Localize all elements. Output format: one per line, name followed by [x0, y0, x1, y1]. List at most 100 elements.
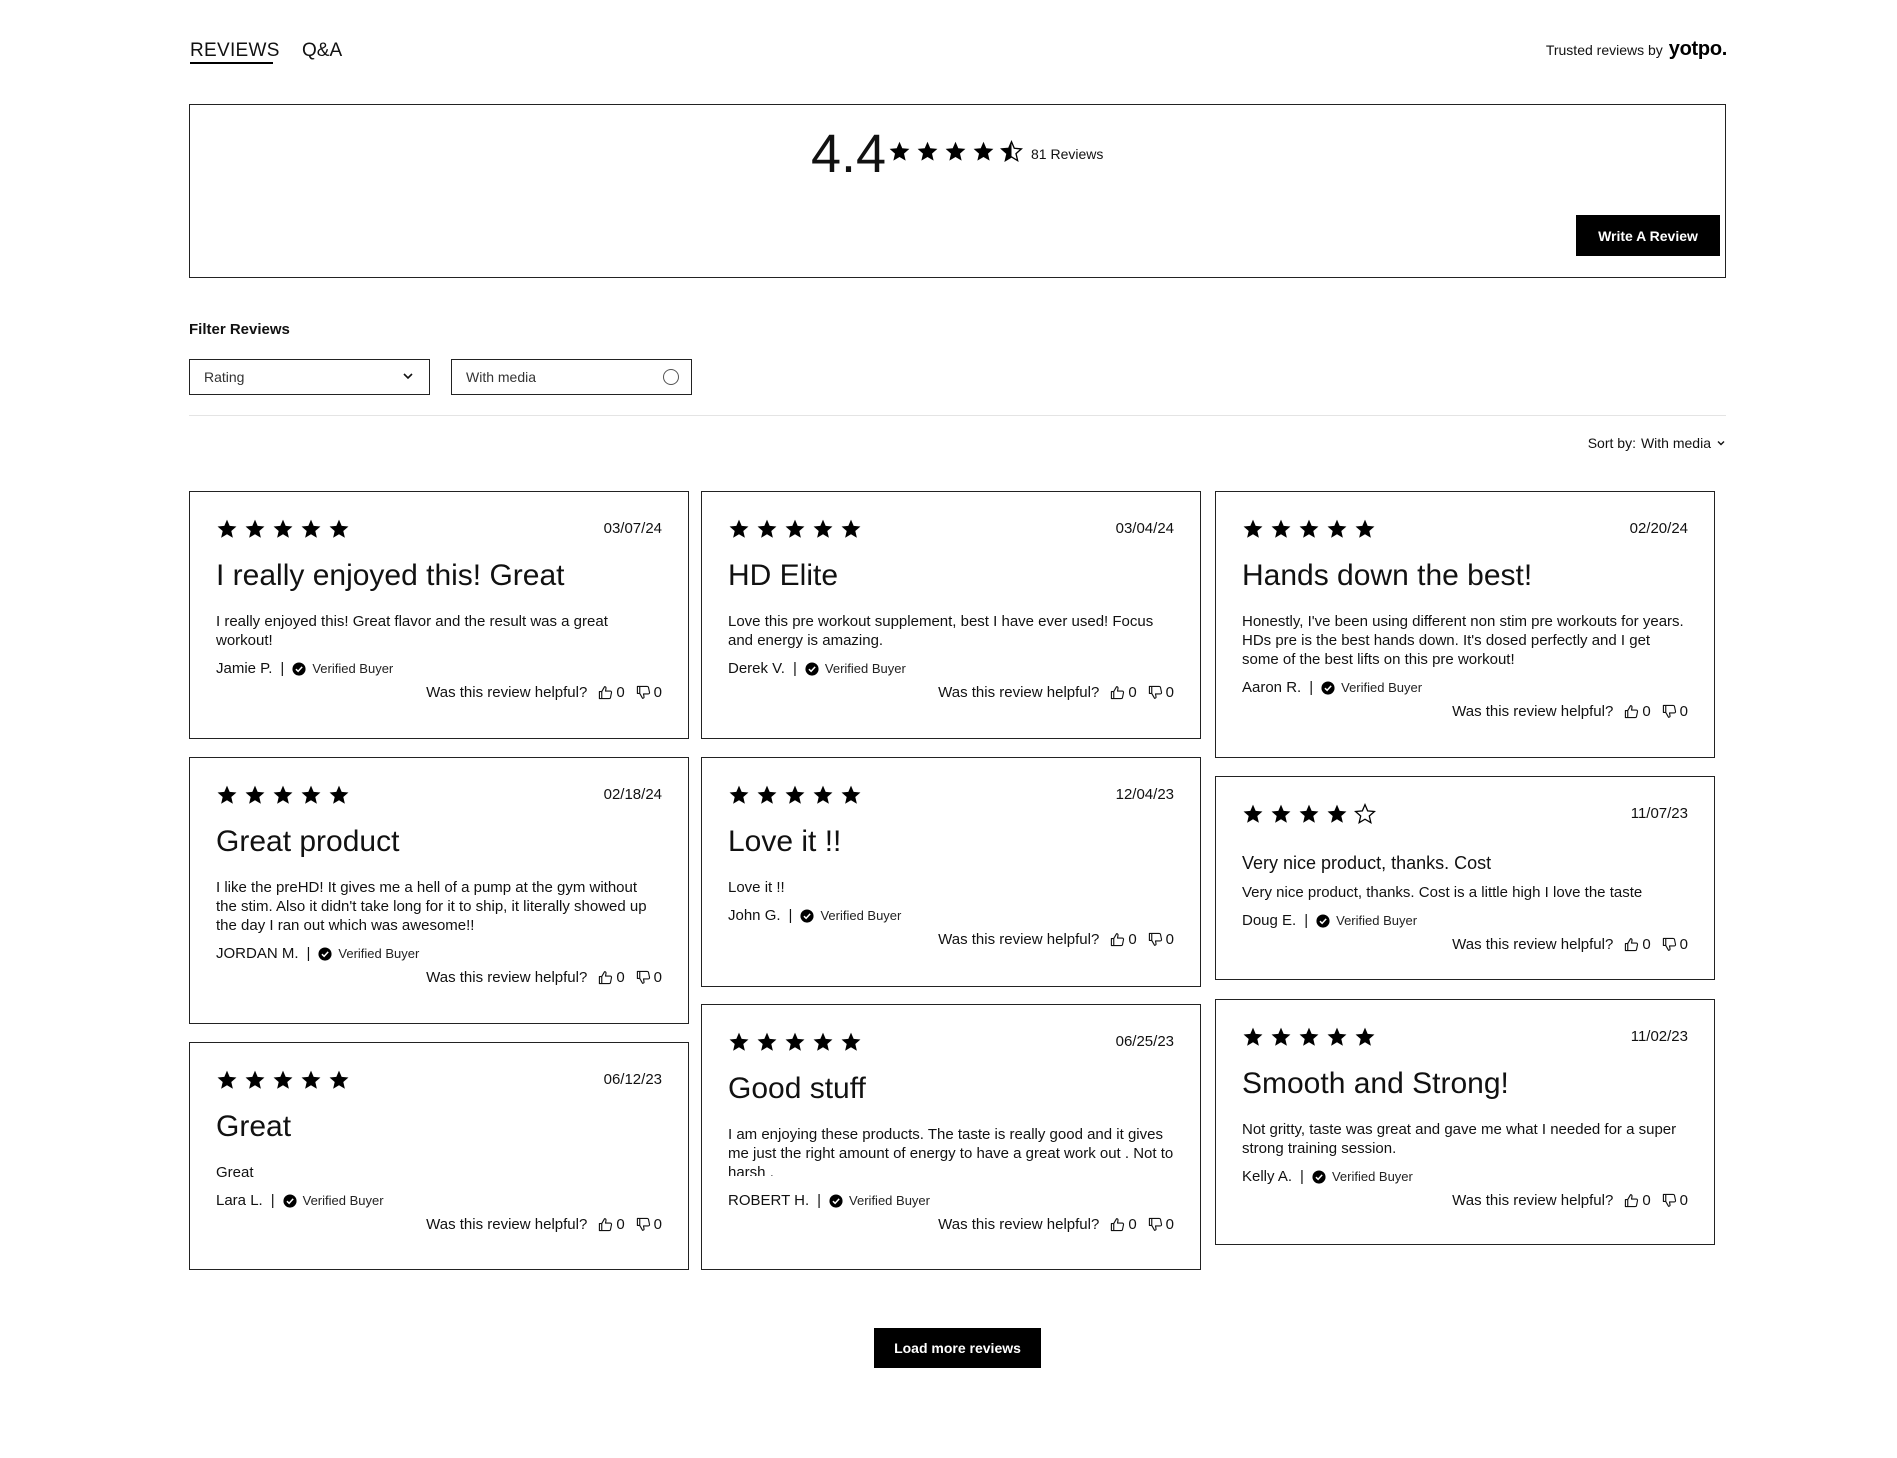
review-card: 12/04/23 Love it !! Love it !! John G. | Veri… — [701, 757, 1201, 987]
star-filled-icon — [1299, 1027, 1319, 1046]
thumbs-up-icon — [1625, 705, 1639, 719]
verified-buyer-label: Verified Buyer — [849, 1193, 930, 1208]
vote-up-count: 0 — [616, 684, 625, 701]
separator: | — [1300, 1168, 1304, 1185]
vote-down-button[interactable]: 0 — [1148, 931, 1174, 948]
thumbs-up-icon — [1111, 686, 1125, 700]
vote-up-button[interactable]: 0 — [1624, 936, 1651, 953]
thumbs-down-icon — [1662, 704, 1676, 718]
vote-up-button[interactable]: 0 — [598, 684, 625, 701]
verified-buyer-label: Verified Buyer — [338, 946, 420, 961]
vote-down-button[interactable]: 0 — [1662, 1192, 1688, 1209]
sort-value: With media — [1640, 435, 1711, 451]
vote-down-button[interactable]: 0 — [1662, 703, 1688, 720]
star-filled-icon — [1355, 519, 1375, 538]
verified-check-icon — [1316, 913, 1330, 928]
thumbs-down-icon — [636, 970, 650, 984]
star-filled-icon — [973, 141, 994, 161]
helpful-row: Was this review helpful? 0 0 — [938, 1216, 1174, 1233]
star-filled-icon — [757, 1032, 777, 1051]
verified-check-icon — [1312, 1169, 1326, 1184]
vote-up-button[interactable]: 0 — [1624, 1192, 1651, 1209]
vote-down-button[interactable]: 0 — [1148, 684, 1174, 701]
vote-up-button[interactable]: 0 — [598, 969, 625, 986]
yotpo-logo[interactable]: yotpo. — [1669, 38, 1728, 61]
vote-down-count: 0 — [1679, 936, 1688, 953]
vote-up-button[interactable]: 0 — [1624, 703, 1651, 720]
star-filled-icon — [329, 785, 349, 804]
tab-qa[interactable]: Q&A — [302, 40, 342, 62]
vote-up-button[interactable]: 0 — [1110, 1216, 1137, 1233]
star-filled-icon — [1243, 1027, 1263, 1046]
vote-up-button[interactable]: 0 — [598, 1216, 625, 1233]
star-filled-icon — [273, 785, 293, 804]
vote-up-count: 0 — [1128, 931, 1137, 948]
vote-down-button[interactable]: 0 — [636, 969, 662, 986]
review-star-rating — [216, 1069, 350, 1091]
vote-down-button[interactable]: 0 — [636, 1216, 662, 1233]
vote-down-count: 0 — [1165, 931, 1174, 948]
star-filled-icon — [245, 1070, 265, 1089]
separator: | — [270, 1192, 275, 1209]
review-date: 03/04/24 — [1115, 520, 1174, 537]
load-more-reviews-button[interactable]: Load more reviews — [874, 1328, 1041, 1368]
star-filled-icon — [1271, 519, 1291, 538]
sort-by-dropdown[interactable]: Sort by: With media — [1588, 435, 1726, 451]
helpful-question: Was this review helpful? — [938, 684, 1100, 701]
thumbs-down-icon — [636, 685, 650, 699]
star-filled-icon — [1355, 1027, 1375, 1046]
star-filled-icon — [1327, 519, 1347, 538]
review-body: Honestly, I've been using different non … — [1242, 613, 1684, 668]
star-filled-icon — [729, 785, 749, 804]
review-card: 06/12/23 Great Great Lara L. | Verified Buyer… — [189, 1042, 689, 1270]
reviewer-name: ROBERT H. — [728, 1192, 810, 1209]
vote-down-button[interactable]: 0 — [1148, 1216, 1174, 1233]
helpful-question: Was this review helpful? — [426, 1216, 588, 1233]
review-star-rating — [728, 784, 862, 806]
thumbs-up-icon — [1625, 938, 1639, 952]
rating-filter-select[interactable]: Rating — [189, 359, 430, 395]
verified-buyer-label: Verified Buyer — [1341, 680, 1423, 695]
reviewer-name: John G. — [728, 907, 781, 924]
star-filled-icon — [1271, 804, 1291, 823]
review-author-row: ROBERT H. | Verified Buyer — [728, 1192, 930, 1209]
vote-down-button[interactable]: 0 — [1662, 936, 1688, 953]
divider — [189, 415, 1726, 416]
vote-down-count: 0 — [653, 684, 662, 701]
review-author-row: Kelly A. | Verified Buyer — [1242, 1168, 1413, 1185]
with-media-filter[interactable]: With media — [451, 359, 692, 395]
review-star-rating — [1242, 1026, 1376, 1048]
separator: | — [1309, 679, 1314, 696]
star-filled-icon — [757, 785, 777, 804]
review-author-row: Doug E. | Verified Buyer — [1242, 912, 1417, 929]
review-count[interactable]: 81 Reviews — [1031, 146, 1103, 162]
star-filled-icon — [301, 519, 321, 538]
vote-up-button[interactable]: 0 — [1110, 684, 1137, 701]
reviewer-name: Kelly A. — [1242, 1168, 1293, 1185]
review-body: I really enjoyed this! Great flavor and … — [216, 613, 608, 649]
helpful-row: Was this review helpful? 0 0 — [426, 684, 662, 701]
write-review-button[interactable]: Write A Review — [1576, 215, 1720, 256]
vote-down-button[interactable]: 0 — [636, 684, 662, 701]
helpful-question: Was this review helpful? — [938, 1216, 1100, 1233]
helpful-question: Was this review helpful? — [938, 931, 1100, 948]
star-filled-icon — [273, 1070, 293, 1089]
verified-check-icon — [283, 1193, 297, 1208]
star-filled-icon — [813, 519, 833, 538]
review-title: HD Elite — [728, 559, 839, 592]
vote-up-button[interactable]: 0 — [1110, 931, 1137, 948]
chevron-down-icon — [1717, 441, 1725, 446]
review-title: Very nice product, thanks. Cost — [1242, 853, 1492, 873]
review-card: 11/02/23 Smooth and Strong! Not gritty, ta… — [1215, 999, 1715, 1245]
thumbs-up-icon — [599, 686, 613, 700]
trusted-by-yotpo[interactable]: Trusted reviews by yotpo. — [1546, 38, 1727, 61]
review-date: 11/02/23 — [1630, 1028, 1688, 1045]
vote-down-count: 0 — [1165, 684, 1174, 701]
star-filled-icon — [841, 1032, 861, 1051]
vote-up-count: 0 — [1128, 684, 1137, 701]
review-body: I like the preHD! It gives me a hell of … — [216, 879, 647, 934]
reviewer-name: Lara L. — [216, 1192, 263, 1209]
tab-reviews[interactable]: REVIEWS — [190, 40, 280, 62]
review-title: Great product — [216, 825, 400, 858]
reviewer-name: Aaron R. — [1242, 679, 1302, 696]
